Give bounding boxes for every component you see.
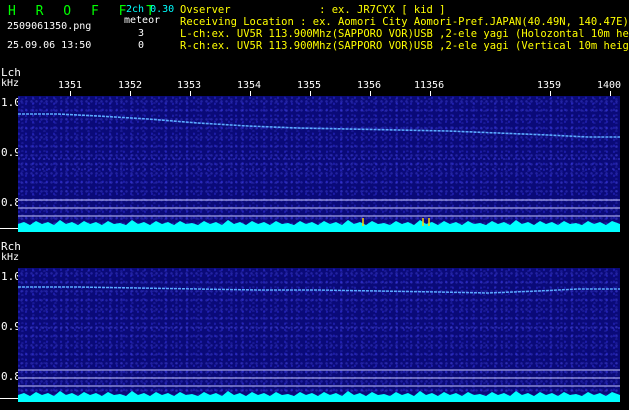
hrofft-window: H R O F F T 2ch 0.30 2509061350.png mete… xyxy=(0,0,629,410)
time-tick-label: 1352 xyxy=(118,80,143,91)
lch-spectrogram xyxy=(18,96,620,232)
location-info: Receiving Location : ex. Aomori City Aom… xyxy=(180,16,629,28)
time-tick-label: 1351 xyxy=(58,80,83,91)
timestamp-label: 25.09.06 13:50 xyxy=(7,40,92,51)
rch-unit: kHz xyxy=(1,252,20,263)
meteor-label: meteor xyxy=(124,15,161,26)
rch-noise-floor xyxy=(18,391,620,402)
rch-spectrogram xyxy=(18,268,620,402)
time-tick-label: 11356 xyxy=(414,80,445,91)
rch-plot xyxy=(18,286,620,402)
time-tick-label: 1400 xyxy=(597,80,622,91)
time-tick-label: 1355 xyxy=(297,80,322,91)
version-label: 2ch 0.30 xyxy=(126,4,175,15)
meteor-count-r: 0 xyxy=(138,40,145,51)
time-tick-label: 1356 xyxy=(357,80,382,91)
rch-axis-edge xyxy=(0,398,18,399)
lch-info: L-ch:ex. UV5R 113.900Mhz(SAPPORO VOR)USB… xyxy=(180,28,629,40)
observer-info: Ovserver : ex. JR7CYX [ kid ] xyxy=(180,4,446,16)
meteor-count-l: 3 xyxy=(138,28,145,39)
lch-plot xyxy=(18,113,620,232)
lch-unit: kHz xyxy=(1,78,20,89)
filename-label: 2509061350.png xyxy=(7,21,92,32)
lch-noise-floor xyxy=(18,220,620,232)
lch-signal-trace xyxy=(18,113,620,138)
time-tick-label: 1359 xyxy=(537,80,562,91)
time-tick-label: 1354 xyxy=(237,80,262,91)
time-tick-label: 1353 xyxy=(177,80,202,91)
rch-signal-trace xyxy=(18,286,620,294)
lch-axis-edge xyxy=(0,228,18,229)
rch-info: R-ch:ex. UV5R 113.900Mhz(SAPPORO VOR)USB… xyxy=(180,40,629,52)
